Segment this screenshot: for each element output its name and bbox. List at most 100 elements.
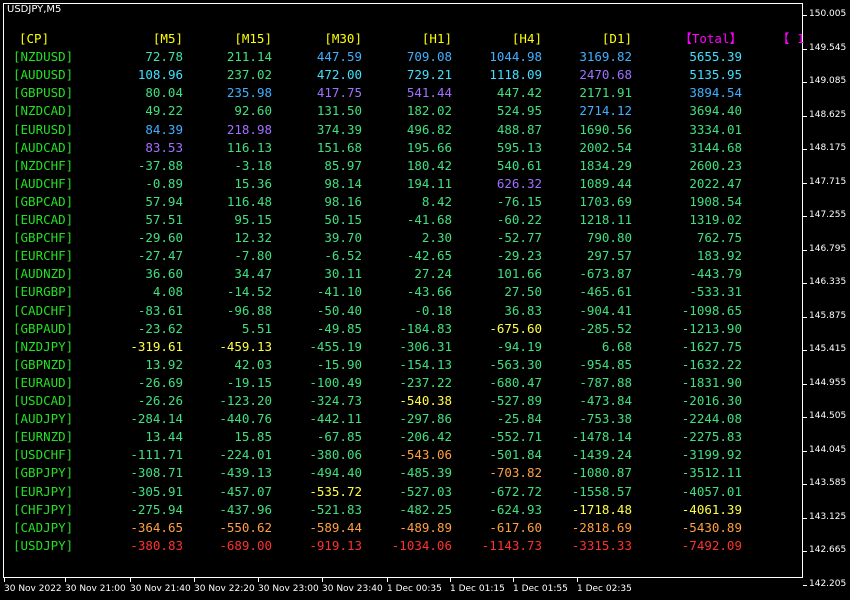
value-cell: -1080.87 bbox=[571, 465, 632, 481]
price-label: 148.625 bbox=[809, 109, 847, 120]
value-cell: 5.51 bbox=[241, 320, 272, 336]
value-cell: -457.07 bbox=[219, 483, 272, 499]
value-cell: -285.52 bbox=[579, 320, 632, 336]
value-cell: -284.14 bbox=[130, 411, 183, 427]
pair-label: [GBPCHF] bbox=[13, 230, 74, 246]
header-cp: [CP] bbox=[19, 31, 50, 46]
value-cell: -673.87 bbox=[579, 266, 632, 282]
pair-label: [USDJPY] bbox=[13, 537, 74, 553]
value-cell: -380.06 bbox=[309, 447, 362, 463]
price-tick bbox=[803, 584, 807, 586]
pair-label: [EURAUD] bbox=[13, 374, 74, 390]
time-tick bbox=[130, 578, 131, 582]
time-label: 30 Nov 21:40 bbox=[130, 584, 191, 594]
value-cell: -1632.22 bbox=[681, 356, 742, 372]
value-cell: -904.41 bbox=[579, 302, 632, 318]
value-cell: 2002.54 bbox=[579, 139, 632, 155]
time-label: 30 Nov 21:00 bbox=[65, 584, 126, 594]
value-cell: -521.83 bbox=[309, 501, 362, 517]
time-tick bbox=[4, 578, 5, 582]
value-cell: 27.50 bbox=[504, 284, 542, 300]
value-cell: 2.30 bbox=[421, 230, 452, 246]
value-cell: -0.18 bbox=[414, 302, 452, 318]
time-label: 30 Nov 2022 bbox=[4, 584, 62, 594]
time-tick bbox=[258, 578, 259, 582]
value-cell: -439.13 bbox=[219, 465, 272, 481]
time-tick bbox=[65, 578, 66, 582]
value-cell: -319.61 bbox=[130, 338, 183, 354]
price-tick bbox=[803, 517, 807, 519]
value-cell: 1703.69 bbox=[579, 193, 632, 209]
pair-label: [GBPJPY] bbox=[13, 465, 74, 481]
value-cell: 83.53 bbox=[145, 139, 183, 155]
value-cell: -443.79 bbox=[689, 266, 742, 282]
time-label: 1 Dec 01:15 bbox=[450, 584, 505, 594]
price-label: 145.415 bbox=[809, 344, 847, 354]
value-cell: -494.40 bbox=[309, 465, 362, 481]
value-cell: -543.06 bbox=[399, 447, 452, 463]
price-tick bbox=[803, 182, 807, 184]
value-cell: 84.39 bbox=[145, 121, 183, 137]
value-cell: 1044.98 bbox=[489, 49, 542, 65]
price-tick bbox=[803, 48, 807, 50]
value-cell: 15.85 bbox=[234, 429, 272, 445]
value-cell: 98.14 bbox=[324, 175, 362, 191]
value-cell: 729.21 bbox=[406, 67, 452, 83]
value-cell: -1439.24 bbox=[571, 447, 632, 463]
value-cell: 50.15 bbox=[324, 212, 362, 227]
value-cell: -563.30 bbox=[489, 356, 542, 372]
value-cell: 541.44 bbox=[406, 85, 452, 101]
value-cell: -305.91 bbox=[130, 483, 183, 499]
value-cell: 447.42 bbox=[496, 85, 542, 101]
price-tick bbox=[803, 82, 807, 83]
value-cell: -123.20 bbox=[219, 393, 272, 408]
value-cell: -1558.57 bbox=[571, 483, 632, 499]
value-cell: 417.75 bbox=[316, 85, 362, 101]
value-cell: -26.26 bbox=[137, 393, 183, 408]
value-cell: 1089.44 bbox=[579, 175, 632, 191]
value-cell: -94.19 bbox=[496, 338, 542, 354]
pair-label: [GBPNZD] bbox=[13, 356, 74, 372]
value-cell: 237.02 bbox=[226, 67, 272, 83]
price-tick bbox=[803, 283, 807, 284]
value-cell: -919.13 bbox=[309, 537, 362, 553]
pair-label: [AUDUSD] bbox=[13, 67, 74, 83]
pair-label: [NZDUSD] bbox=[13, 49, 74, 65]
value-cell: -3315.33 bbox=[571, 537, 632, 553]
value-cell: 151.68 bbox=[316, 139, 362, 155]
pair-label: [NZDJPY] bbox=[13, 338, 74, 354]
value-cell: 2171.91 bbox=[579, 85, 632, 101]
value-cell: 524.95 bbox=[496, 103, 542, 119]
time-label: 1 Dec 00:35 bbox=[387, 584, 442, 594]
value-cell: 39.70 bbox=[324, 230, 362, 246]
pair-label: [GBPUSD] bbox=[13, 85, 74, 101]
value-cell: -0.89 bbox=[145, 175, 183, 191]
price-tick bbox=[803, 149, 807, 150]
pair-label: [USDCHF] bbox=[13, 447, 74, 463]
value-cell: 540.61 bbox=[496, 157, 542, 173]
value-cell: -501.84 bbox=[489, 447, 542, 463]
value-cell: -83.61 bbox=[137, 302, 183, 318]
value-cell: -1831.90 bbox=[681, 374, 742, 390]
value-cell: 116.48 bbox=[226, 193, 272, 209]
value-cell: 183.92 bbox=[696, 248, 742, 264]
header-h1: [H1] bbox=[421, 31, 452, 46]
value-cell: -7492.09 bbox=[681, 537, 742, 553]
value-cell: 30.11 bbox=[324, 266, 362, 282]
value-cell: 13.92 bbox=[145, 356, 183, 372]
value-cell: 1834.29 bbox=[579, 157, 632, 173]
time-tick bbox=[322, 578, 323, 582]
pair-label: [AUDJPY] bbox=[13, 411, 74, 427]
header-h4: [H4] bbox=[511, 31, 542, 46]
value-cell: 3894.54 bbox=[689, 85, 742, 101]
price-label: 146.335 bbox=[809, 277, 847, 287]
time-tick bbox=[450, 578, 451, 582]
value-cell: 108.96 bbox=[137, 67, 183, 83]
price-tick bbox=[803, 383, 807, 385]
price-label: 148.175 bbox=[809, 143, 847, 153]
value-cell: -67.85 bbox=[316, 429, 362, 445]
pair-label: [NZDCAD] bbox=[13, 103, 74, 119]
value-cell: -1478.14 bbox=[571, 429, 632, 445]
value-cell: 5655.39 bbox=[689, 49, 742, 65]
pair-label: [AUDCAD] bbox=[13, 139, 74, 155]
